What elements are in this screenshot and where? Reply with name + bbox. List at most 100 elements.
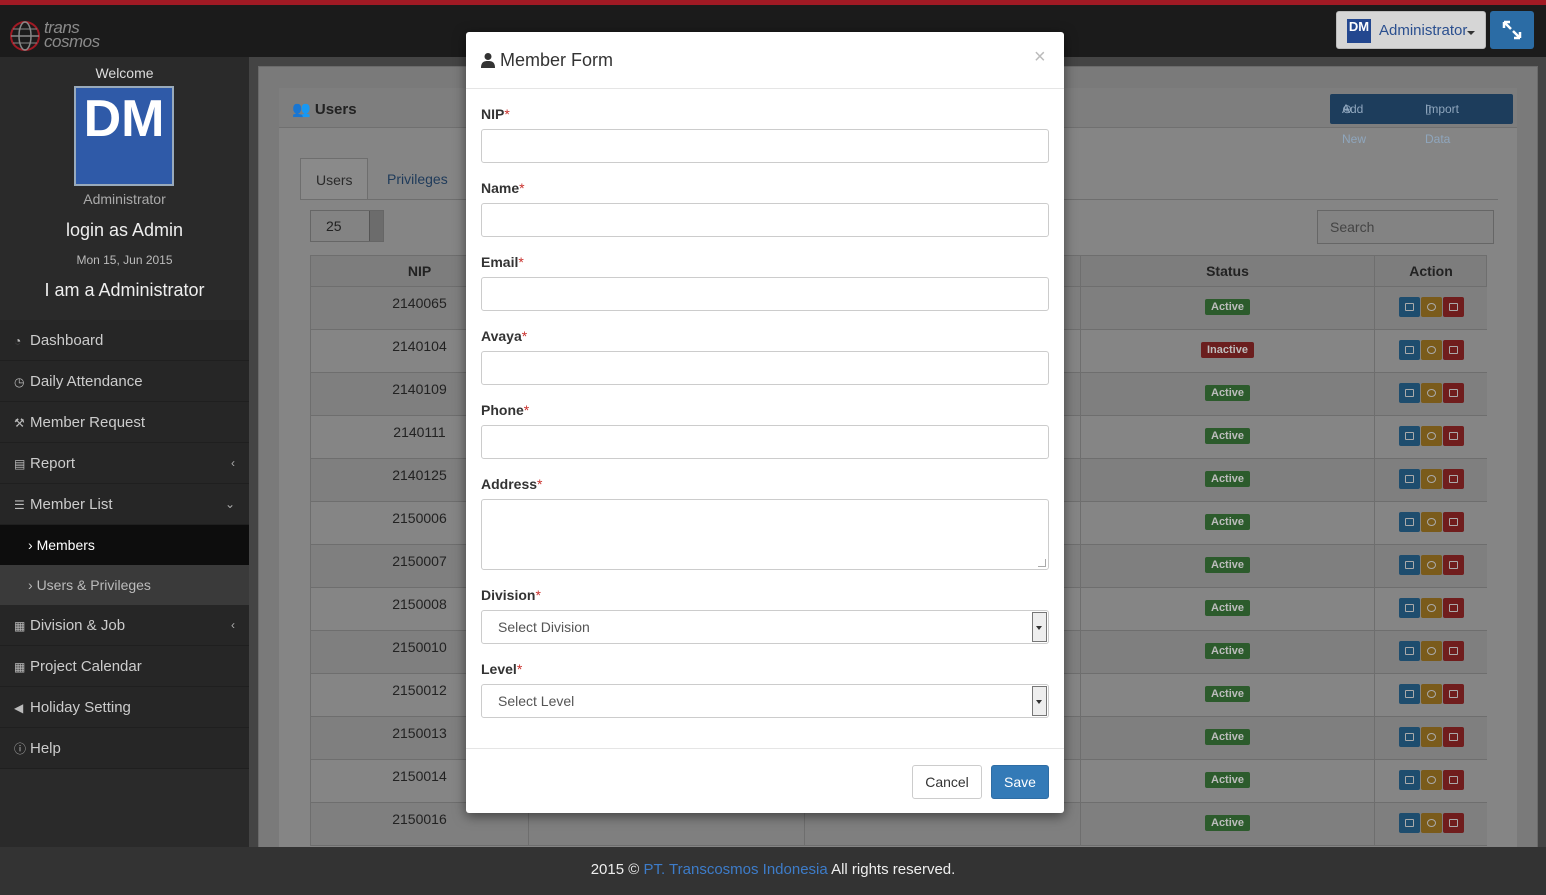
avaya-field[interactable] xyxy=(481,351,1049,385)
toggle-status-button[interactable] xyxy=(1421,297,1442,317)
delete-button[interactable] xyxy=(1443,297,1464,317)
edit-button[interactable] xyxy=(1399,727,1420,747)
trash-icon xyxy=(1449,690,1458,698)
toggle-status-button[interactable] xyxy=(1421,770,1442,790)
toggle-status-button[interactable] xyxy=(1421,598,1442,618)
delete-button[interactable] xyxy=(1443,813,1464,833)
edit-button[interactable] xyxy=(1399,684,1420,704)
dropdown-arrow-icon xyxy=(369,211,383,241)
edit-button[interactable] xyxy=(1399,340,1420,360)
nip-label-text: NIP xyxy=(481,106,505,122)
sidebar-item-member-request[interactable]: ⚒ Member Request xyxy=(0,402,249,443)
tasks-icon: ▦ xyxy=(14,619,26,633)
toggle-status-button[interactable] xyxy=(1421,426,1442,446)
name-field[interactable] xyxy=(481,203,1049,237)
division-select[interactable]: Select Division xyxy=(481,610,1049,644)
sidebar-item-report[interactable]: ▤ Report ‹ xyxy=(0,443,249,484)
footer-company-link[interactable]: PT. Transcosmos Indonesia xyxy=(643,861,827,878)
dashboard-icon: ◔ xyxy=(14,334,22,348)
save-button[interactable]: Save xyxy=(991,765,1049,799)
edit-button[interactable] xyxy=(1399,770,1420,790)
sidebar-item-dashboard[interactable]: ◔ Dashboard xyxy=(0,320,249,361)
toggle-status-button[interactable] xyxy=(1421,469,1442,489)
sidebar-item-daily-attendance[interactable]: ◷ Daily Attendance xyxy=(0,361,249,402)
required-mark: * xyxy=(519,180,525,196)
delete-button[interactable] xyxy=(1443,770,1464,790)
toggle-status-button[interactable] xyxy=(1421,727,1442,747)
footer-rights: All rights reserved. xyxy=(831,861,956,878)
user-menu-button[interactable]: DM Administrator xyxy=(1336,11,1486,49)
page-size-select[interactable]: 25 xyxy=(310,210,384,242)
edit-button[interactable] xyxy=(1399,813,1420,833)
delete-button[interactable] xyxy=(1443,598,1464,618)
edit-button[interactable] xyxy=(1399,641,1420,661)
cancel-button[interactable]: Cancel xyxy=(912,765,982,799)
tab-users[interactable]: Users xyxy=(300,158,368,200)
sidebar-subitem-users-privileges[interactable]: › Users & Privileges xyxy=(0,565,249,605)
trash-icon xyxy=(1449,346,1458,354)
delete-button[interactable] xyxy=(1443,727,1464,747)
edit-button[interactable] xyxy=(1399,426,1420,446)
edit-button[interactable] xyxy=(1399,297,1420,317)
required-mark: * xyxy=(523,402,530,418)
trash-icon xyxy=(1449,303,1458,311)
sidebar-subitem-members[interactable]: › Members xyxy=(0,525,249,565)
edit-button[interactable] xyxy=(1399,469,1420,489)
toggle-status-button[interactable] xyxy=(1421,813,1442,833)
edit-button[interactable] xyxy=(1399,555,1420,575)
delete-button[interactable] xyxy=(1443,469,1464,489)
delete-button[interactable] xyxy=(1443,426,1464,446)
delete-button[interactable] xyxy=(1443,555,1464,575)
level-select[interactable]: Select Level xyxy=(481,684,1049,718)
edit-button[interactable] xyxy=(1399,598,1420,618)
phone-field[interactable] xyxy=(481,425,1049,459)
delete-button[interactable] xyxy=(1443,340,1464,360)
trash-icon xyxy=(1449,389,1458,397)
th-status[interactable]: Status xyxy=(1081,256,1375,288)
minus-circle-icon xyxy=(1427,776,1436,784)
current-date: Mon 15, Jun 2015 xyxy=(76,253,173,267)
table-search-input[interactable]: Search xyxy=(1317,210,1494,244)
delete-button[interactable] xyxy=(1443,383,1464,403)
delete-button[interactable] xyxy=(1443,512,1464,532)
required-mark: * xyxy=(521,328,528,344)
cell-action xyxy=(1375,416,1487,458)
address-textarea[interactable] xyxy=(481,499,1049,570)
toggle-status-button[interactable] xyxy=(1421,555,1442,575)
nip-field[interactable] xyxy=(481,129,1049,163)
toggle-status-button[interactable] xyxy=(1421,641,1442,661)
edit-button[interactable] xyxy=(1399,383,1420,403)
close-icon[interactable]: × xyxy=(1034,46,1046,69)
sidebar-item-holiday-setting[interactable]: ◀ Holiday Setting xyxy=(0,687,249,728)
delete-button[interactable] xyxy=(1443,641,1464,661)
toggle-status-button[interactable] xyxy=(1421,383,1442,403)
toggle-status-button[interactable] xyxy=(1421,684,1442,704)
status-badge: Active xyxy=(1205,385,1251,401)
delete-button[interactable] xyxy=(1443,684,1464,704)
phone-label: Phone* xyxy=(481,402,529,418)
footer-copyright: 2015 © xyxy=(590,861,640,878)
status-badge: Active xyxy=(1205,557,1251,573)
toggle-status-button[interactable] xyxy=(1421,340,1442,360)
tab-privileges[interactable]: Privileges xyxy=(372,158,463,200)
level-select-value: Select Level xyxy=(498,693,575,709)
avaya-label-text: Avaya xyxy=(481,328,522,344)
required-mark: * xyxy=(518,254,524,270)
toggle-status-button[interactable] xyxy=(1421,512,1442,532)
edit-button[interactable] xyxy=(1399,512,1420,532)
fullscreen-button[interactable] xyxy=(1490,11,1534,49)
status-badge: Active xyxy=(1205,471,1251,487)
row-actions xyxy=(1399,813,1465,833)
sidebar-item-division-job[interactable]: ▦ Division & Job ‹ xyxy=(0,605,249,646)
cell-action xyxy=(1375,760,1487,802)
sidebar-item-help[interactable]: ⓘ Help xyxy=(0,728,249,769)
sidebar-item-member-list[interactable]: ☰ Member List ⌄ xyxy=(0,484,249,525)
sidebar-item-project-calendar[interactable]: ▦ Project Calendar xyxy=(0,646,249,687)
welcome-text: Welcome xyxy=(95,65,154,81)
minus-circle-icon xyxy=(1427,432,1436,440)
member-form-modal: Member Form × NIP* Name* Email* Avaya* P… xyxy=(466,32,1064,813)
address-label-text: Address xyxy=(481,476,538,492)
resize-grip-icon[interactable] xyxy=(1038,559,1046,567)
email-field[interactable] xyxy=(481,277,1049,311)
transcosmos-logo[interactable]: trans cosmos xyxy=(8,19,118,57)
